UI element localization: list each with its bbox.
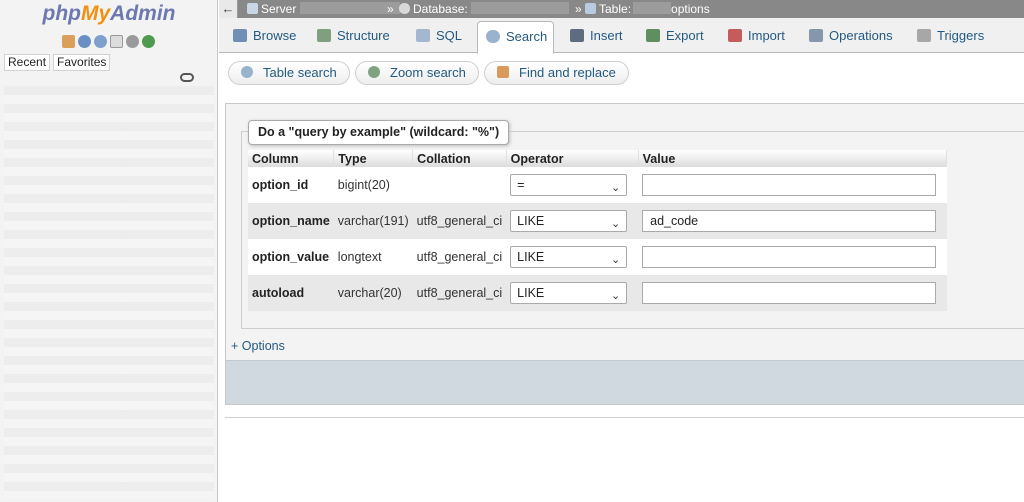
column-collation xyxy=(412,167,507,203)
column-type: bigint(20) xyxy=(333,167,413,203)
zoom-icon xyxy=(368,66,380,78)
value-input[interactable] xyxy=(642,282,937,304)
column-name: option_value xyxy=(248,239,334,275)
breadcrumb-separator: » xyxy=(387,2,394,16)
redacted-table-prefix xyxy=(633,2,672,14)
link-with-main-panel-icon[interactable] xyxy=(180,73,194,82)
sql-docs-icon[interactable] xyxy=(110,35,123,48)
column-collation: utf8_general_ci xyxy=(412,275,507,311)
reload-icon[interactable] xyxy=(142,35,155,48)
value-input[interactable] xyxy=(642,174,937,196)
query-by-example-legend: Do a "query by example" (wildcard: "%") xyxy=(248,120,510,145)
tab-import[interactable]: Import xyxy=(720,21,785,53)
column-name: autoload xyxy=(248,275,334,311)
redacted-database-name xyxy=(470,2,569,14)
tab-triggers[interactable]: Triggers xyxy=(909,21,984,53)
column-name: option_name xyxy=(248,203,334,239)
operator-select[interactable]: = ⌄ xyxy=(510,174,628,196)
table-row: option_id bigint(20) = ⌄ xyxy=(248,167,947,203)
column-name: option_id xyxy=(248,167,334,203)
column-type: varchar(20) xyxy=(333,275,413,311)
value-input[interactable] xyxy=(642,246,937,268)
column-collation: utf8_general_ci xyxy=(412,239,507,275)
operator-select[interactable]: LIKE ⌄ xyxy=(510,246,628,268)
home-icon[interactable] xyxy=(62,35,75,48)
form-footer-bar xyxy=(226,360,1024,404)
chevron-down-icon: ⌄ xyxy=(610,218,621,230)
chevron-down-icon: ⌄ xyxy=(610,290,621,302)
insert-icon xyxy=(570,29,584,42)
column-collation: utf8_general_ci xyxy=(412,203,507,239)
operations-icon xyxy=(809,29,823,42)
header-type: Type xyxy=(333,150,414,167)
table-header-row: Column Type Collation Operator Value xyxy=(248,150,948,167)
column-type: varchar(191) xyxy=(333,203,413,239)
breadcrumb-table[interactable]: Table: options xyxy=(585,0,710,18)
database-tree-blurred xyxy=(4,86,214,498)
value-input[interactable]: ad_code xyxy=(642,210,937,232)
logout-icon[interactable] xyxy=(78,35,91,48)
tab-operations[interactable]: Operations xyxy=(801,21,893,53)
recent-tab[interactable]: Recent xyxy=(4,54,51,71)
table-row: autoload varchar(20) utf8_general_ci LIK… xyxy=(248,275,947,311)
sql-icon xyxy=(416,29,430,42)
table-row: option_name varchar(191) utf8_general_ci… xyxy=(248,203,947,239)
table-tabs: Browse Structure SQL Search Insert Expor… xyxy=(219,18,1024,54)
breadcrumb-separator: » xyxy=(575,2,582,16)
chevron-down-icon: ⌄ xyxy=(610,254,621,266)
docs-icon[interactable] xyxy=(94,35,107,48)
operator-select[interactable]: LIKE ⌄ xyxy=(510,282,628,304)
table-row: option_value longtext utf8_general_ci LI… xyxy=(248,239,947,275)
search-icon xyxy=(486,30,500,43)
header-column: Column xyxy=(248,150,335,167)
tab-insert[interactable]: Insert xyxy=(562,21,623,53)
divider xyxy=(225,417,1024,418)
replace-icon xyxy=(497,66,509,78)
redacted-server-name xyxy=(300,2,401,14)
favorites-tab[interactable]: Favorites xyxy=(53,54,111,71)
collapse-arrow-icon[interactable]: ← xyxy=(219,0,238,18)
tab-search[interactable]: Search xyxy=(477,21,554,54)
header-operator: Operator xyxy=(506,150,639,167)
database-icon xyxy=(399,3,410,14)
navigation-panel: phpMyAdmin Recent Favorites xyxy=(0,0,218,502)
phpmyadmin-logo[interactable]: phpMyAdmin xyxy=(0,2,218,26)
tab-structure[interactable]: Structure xyxy=(309,21,390,53)
breadcrumb-server[interactable]: Server xyxy=(247,0,401,18)
tab-sql[interactable]: SQL xyxy=(408,21,462,53)
settings-icon[interactable] xyxy=(126,35,139,48)
subtab-zoom-search[interactable]: Zoom search xyxy=(355,61,479,85)
table-icon xyxy=(585,3,596,14)
tab-export[interactable]: Export xyxy=(638,21,704,53)
header-value: Value xyxy=(638,150,948,167)
subtab-find-and-replace[interactable]: Find and replace xyxy=(484,61,629,85)
triggers-icon xyxy=(917,29,931,42)
search-criteria-table: Column Type Collation Operator Value opt… xyxy=(248,150,948,311)
magnifier-icon xyxy=(241,66,253,78)
browse-icon xyxy=(233,29,247,42)
nav-icon-bar xyxy=(62,35,155,49)
export-icon xyxy=(646,29,660,42)
tab-browse[interactable]: Browse xyxy=(225,21,296,53)
header-collation: Collation xyxy=(412,150,507,167)
nav-tabs: Recent Favorites xyxy=(4,54,111,71)
options-link[interactable]: + Options xyxy=(231,339,285,353)
subtab-table-search[interactable]: Table search xyxy=(228,61,350,85)
server-icon xyxy=(247,3,258,14)
operator-select[interactable]: LIKE ⌄ xyxy=(510,210,628,232)
breadcrumb-database[interactable]: Database: xyxy=(399,0,569,18)
breadcrumb: ← Server » Database: » Table: options xyxy=(219,0,1024,18)
structure-icon xyxy=(317,29,331,42)
column-type: longtext xyxy=(333,239,413,275)
chevron-down-icon: ⌄ xyxy=(610,182,621,194)
import-icon xyxy=(728,29,742,42)
